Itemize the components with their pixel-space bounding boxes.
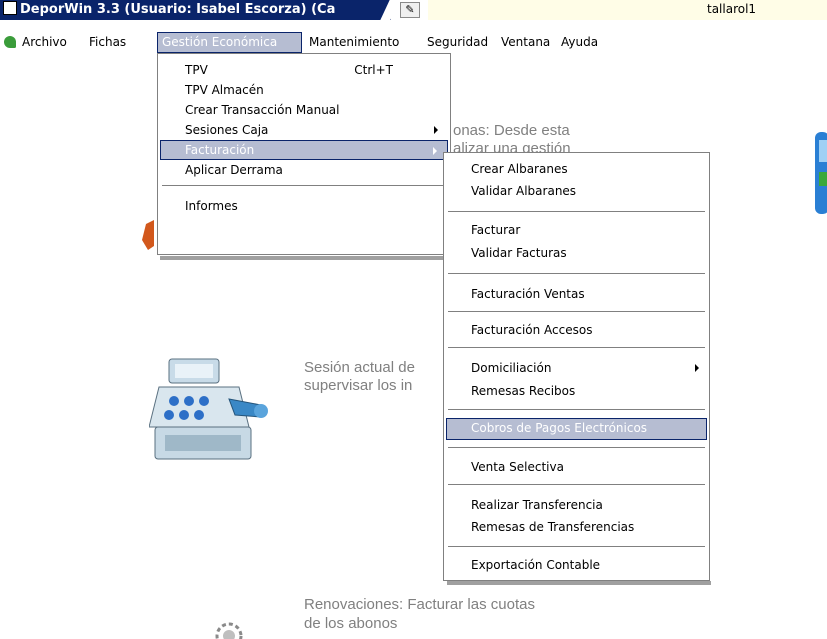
menu-item-facturar[interactable]: Facturar [446,220,707,240]
sesion-text-line2: supervisar los in [304,377,413,394]
menu-item-tpv-almacen[interactable]: TPV Almacén [160,80,448,100]
abonos-text-line1: onas: Desde esta [453,122,570,139]
menu-item-label: TPV Almacén [185,83,264,97]
menu-item-tpv-shortcut: Ctrl+T [354,63,393,77]
menu-separator [448,211,705,213]
renovaciones-text-line2: de los abonos [304,615,398,632]
menu-separator [448,546,705,548]
menu-item-crear-albaranes[interactable]: Crear Albaranes [446,159,707,179]
title-bar: DeporWin 3.3 (Usuario: Isabel Escorza) (… [0,0,827,22]
facturacion-submenu: Crear Albaranes Validar Albaranes Factur… [443,152,710,581]
menu-separator [448,484,705,486]
menu-item-label: Aplicar Derrama [185,163,283,177]
menu-bar: Archivo Fichas Gestión Económica Manteni… [0,32,827,53]
menu-item-label: Remesas de Transferencias [471,520,635,534]
menu-item-domiciliacion[interactable]: Domiciliación [446,358,707,378]
menu-item-label: Facturación [185,143,255,157]
menu-fichas[interactable]: Fichas [85,32,130,53]
menu-item-informes[interactable]: Informes [160,196,448,216]
menu-item-label: Sesiones Caja [185,123,269,137]
menu-seguridad[interactable]: Seguridad [423,32,492,53]
menu-item-label: Venta Selectiva [471,460,564,474]
gestion-economica-menu: TPV Ctrl+T TPV Almacén Crear Transacción… [157,53,451,255]
window-title-bar: DeporWin 3.3 (Usuario: Isabel Escorza) (… [0,0,391,20]
menu-separator [162,185,446,187]
menu-item-remesas-transferencias[interactable]: Remesas de Transferencias [446,517,707,537]
menu-separator [448,347,705,349]
menu-item-label: Informes [185,199,238,213]
menu-item-label: Exportación Contable [471,558,601,572]
menu-item-validar-facturas[interactable]: Validar Facturas [446,243,707,263]
gear-icon[interactable] [205,614,257,639]
menu-item-sesiones-caja[interactable]: Sesiones Caja [160,120,448,140]
menu-ayuda[interactable]: Ayuda [557,32,602,53]
menu-item-remesas-recibos[interactable]: Remesas Recibos [446,381,707,401]
menu-item-aplicar-derrama[interactable]: Aplicar Derrama [160,160,448,180]
menu-item-label: Facturar [471,223,521,237]
menu-item-facturacion-accesos[interactable]: Facturación Accesos [446,320,707,340]
app-menu-icon[interactable] [4,36,16,48]
menu-item-label: Domiciliación [471,361,552,375]
menu-separator [448,311,705,313]
menu-item-label: Remesas Recibos [471,384,576,398]
menu-separator [448,273,705,275]
submenu-arrow-icon [433,147,437,155]
cash-register-icon[interactable] [149,357,269,467]
menu-item-validar-albaranes[interactable]: Validar Albaranes [446,181,707,201]
menu-item-facturacion-ventas[interactable]: Facturación Ventas [446,284,707,304]
user-field: tallarol1 [428,0,827,20]
renovaciones-text-line1: Renovaciones: Facturar las cuotas [304,596,535,613]
submenu-shadow [447,581,711,585]
menu-item-tpv-label: TPV [185,63,208,77]
pin-button[interactable]: ✎ [400,2,420,18]
menu-item-label: Facturación Accesos [471,323,593,337]
orange-icon[interactable] [140,220,154,250]
menu-item-label: Facturación Ventas [471,287,585,301]
menu-item-venta-selectiva[interactable]: Venta Selectiva [446,457,707,477]
menu-item-label: Validar Albaranes [471,184,577,198]
menu-item-label: Validar Facturas [471,246,567,260]
menu-archivo[interactable]: Archivo [18,32,71,53]
menu-item-label: Cobros de Pagos Electrónicos [471,421,648,435]
blue-app-icon[interactable] [813,132,827,214]
menu-gestion-economica[interactable]: Gestión Económica [157,32,302,53]
menu-item-realizar-transferencia[interactable]: Realizar Transferencia [446,495,707,515]
submenu-arrow-icon [695,364,699,372]
sesion-text-line1: Sesión actual de [304,359,415,376]
menu-item-crear-transaccion[interactable]: Crear Transacción Manual [160,100,448,120]
app-icon [3,1,17,15]
user-field-text: tallarol1 [707,2,757,16]
menu-item-facturacion[interactable]: Facturación [160,140,448,160]
menu-item-label: Crear Albaranes [471,162,568,176]
menu-separator [448,409,705,411]
menu-item-cobros-pagos-electronicos[interactable]: Cobros de Pagos Electrónicos [446,418,707,440]
menu-ventana[interactable]: Ventana [497,32,554,53]
menu-item-exportacion-contable[interactable]: Exportación Contable [446,555,707,575]
menu-item-label: Crear Transacción Manual [185,103,340,117]
submenu-arrow-icon [434,126,438,134]
menu-item-tpv[interactable]: TPV Ctrl+T [160,60,448,80]
menu-mantenimiento[interactable]: Mantenimiento [305,32,403,53]
menu-shadow [160,256,454,260]
menu-item-label: Realizar Transferencia [471,498,603,512]
window-title: DeporWin 3.3 (Usuario: Isabel Escorza) (… [20,2,336,17]
pin-icon: ✎ [405,3,415,16]
menu-separator [448,447,705,449]
